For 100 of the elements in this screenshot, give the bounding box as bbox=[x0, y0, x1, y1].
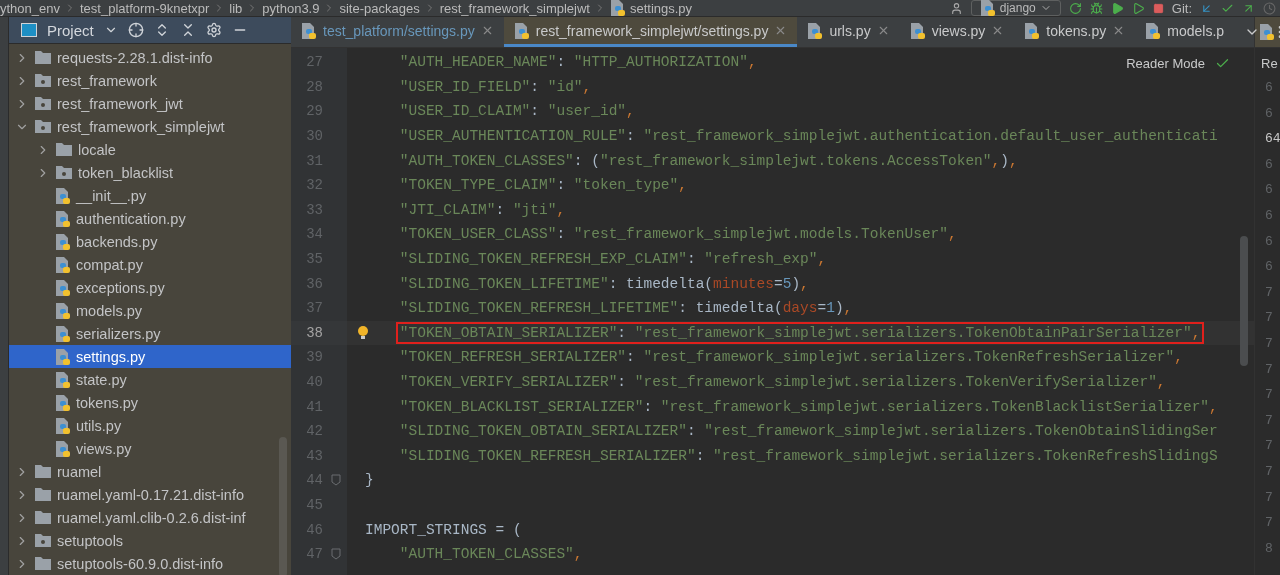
code-line: "AUTH_HEADER_NAME": "HTTP_AUTHORIZATION", bbox=[398, 54, 757, 71]
breadcrumb-item[interactable]: rest_framework_simplejwt bbox=[439, 0, 590, 16]
tree-item[interactable]: ruamel.yaml.clib-0.2.6.dist-inf bbox=[9, 506, 291, 529]
line-number: 6 bbox=[1264, 104, 1274, 123]
python-file-icon bbox=[609, 0, 626, 17]
user-icon[interactable] bbox=[949, 1, 963, 15]
folder-icon bbox=[34, 487, 52, 502]
breadcrumb-item[interactable]: ython_env bbox=[0, 0, 60, 16]
folder-icon bbox=[55, 142, 73, 157]
fold-marker-icon[interactable] bbox=[331, 548, 341, 561]
breadcrumb-item[interactable]: python3.9 bbox=[262, 0, 320, 16]
tree-item[interactable]: rest_framework_simplejwt bbox=[9, 115, 291, 138]
tree-item[interactable]: __init__.py bbox=[9, 184, 291, 207]
tree-item[interactable]: serializers.py bbox=[9, 322, 291, 345]
package-folder-icon bbox=[34, 119, 52, 134]
breadcrumb-item[interactable]: test_platform-9knetxpr bbox=[80, 0, 210, 16]
rerun-icon[interactable] bbox=[1068, 1, 1082, 15]
breadcrumb-item[interactable]: lib bbox=[229, 0, 243, 16]
code-line: "USER_AUTHENTICATION_RULE": "rest_framework_simplejwt.authentication.default_user_authenticati bbox=[398, 128, 1218, 145]
reader-mode-link[interactable]: Reader Mode bbox=[1126, 56, 1205, 71]
code-line: "TOKEN_BLACKLIST_SERIALIZER": "rest_framework_simplejwt.serializers.TokenBlacklistSerializer", bbox=[398, 398, 1218, 415]
code-line: "TOKEN_USER_CLASS": "rest_framework_simplejwt.models.TokenUser", bbox=[398, 226, 957, 243]
code-line: "SLIDING_TOKEN_REFRESH_EXP_CLAIM": "refresh_exp", bbox=[398, 251, 827, 268]
panel-title[interactable]: Project bbox=[47, 21, 94, 39]
line-number: 7 bbox=[1264, 514, 1274, 533]
tree-item[interactable]: setuptools-60.9.0.dist-info bbox=[9, 552, 291, 575]
line-number: 64 bbox=[1264, 130, 1280, 149]
code-line: } bbox=[364, 472, 374, 489]
tree-item[interactable]: locale bbox=[9, 138, 291, 161]
tree-item[interactable]: state.py bbox=[9, 368, 291, 391]
tree-item[interactable]: requests-2.28.1.dist-info bbox=[9, 46, 291, 69]
code-line: "SLIDING_TOKEN_LIFETIME": timedelta(minutes=5), bbox=[398, 275, 809, 292]
line-number: 6 bbox=[1264, 79, 1274, 97]
python-file-icon bbox=[807, 21, 824, 40]
folder-icon bbox=[34, 510, 52, 525]
tree-item[interactable]: authentication.py bbox=[9, 207, 291, 230]
code-line: "TOKEN_TYPE_CLAIM": "token_type", bbox=[398, 177, 687, 194]
code-line: "TOKEN_REFRESH_SERIALIZER": "rest_framework_simplejwt.serializers.TokenRefreshSerializer", bbox=[398, 349, 1183, 366]
debug-icon[interactable] bbox=[1089, 1, 1103, 15]
tree-item[interactable]: views.py bbox=[9, 437, 291, 460]
python-file-icon bbox=[301, 21, 317, 40]
line-number: 6 bbox=[1264, 206, 1274, 225]
tree-item[interactable]: setuptools bbox=[9, 529, 291, 552]
line-number: 6 bbox=[1264, 155, 1274, 174]
tree-item[interactable]: backends.py bbox=[9, 230, 291, 253]
line-number: 7 bbox=[1264, 360, 1274, 379]
python-file-icon bbox=[55, 393, 71, 412]
line-number: 7 bbox=[1264, 283, 1274, 302]
code-line: "AUTH_TOKEN_CLASSES": ("rest_framework_simplejwt.tokens.AccessToken",), bbox=[398, 152, 1018, 169]
tree-item[interactable]: models.py bbox=[9, 299, 291, 322]
line-number: 7 bbox=[1264, 437, 1274, 456]
python-file-icon bbox=[1024, 21, 1041, 40]
line-number: 7 bbox=[1264, 462, 1274, 481]
python-file-icon bbox=[55, 186, 71, 205]
code-line: "TOKEN_VERIFY_SERIALIZER": "rest_framework_simplejwt.serializers.TokenVerifySerializer", bbox=[398, 374, 1166, 390]
locate-icon[interactable] bbox=[127, 22, 144, 38]
tree-item[interactable]: compat.py bbox=[9, 253, 291, 276]
tree-item[interactable]: tokens.py bbox=[9, 391, 291, 414]
line-number: 7 bbox=[1264, 309, 1274, 328]
python-file-icon bbox=[55, 232, 71, 251]
python-file-icon bbox=[55, 370, 71, 389]
tree-item[interactable]: exceptions.py bbox=[9, 276, 291, 299]
folder-icon bbox=[34, 556, 52, 571]
tree-item[interactable]: settings.py bbox=[9, 345, 291, 368]
breadcrumb-item[interactable]: settings.py bbox=[629, 0, 693, 16]
python-file-icon bbox=[55, 209, 71, 228]
stop-icon[interactable] bbox=[1152, 2, 1164, 14]
code-line: "USER_ID_CLAIM": "user_id", bbox=[398, 103, 635, 120]
reader-mode-link[interactable]: Re bbox=[1255, 48, 1280, 75]
line-number: 8 bbox=[1264, 539, 1274, 558]
python-file-icon bbox=[55, 301, 71, 320]
history-icon[interactable] bbox=[1263, 1, 1276, 15]
window-icon bbox=[21, 23, 37, 37]
package-folder-icon bbox=[34, 96, 52, 111]
lightbulb-icon[interactable] bbox=[357, 324, 369, 341]
breadcrumb-item[interactable]: site-packages bbox=[339, 0, 420, 16]
tree-item[interactable]: utils.py bbox=[9, 414, 291, 437]
code-line: "SLIDING_TOKEN_REFRESH_SERIALIZER": "rest_framework_simplejwt.serializers.TokenRefreshSlidingS bbox=[398, 447, 1218, 464]
tree-item[interactable]: rest_framework_jwt bbox=[9, 92, 291, 115]
tree-item[interactable]: token_blacklist bbox=[9, 161, 291, 184]
line-number: 7 bbox=[1264, 411, 1274, 430]
editor-tab[interactable]: rest_framework_simplejwt/settings.py bbox=[503, 17, 798, 47]
python-file-icon bbox=[909, 21, 926, 40]
line-number: 38 bbox=[305, 324, 323, 341]
code-line: "USER_ID_FIELD": "id", bbox=[398, 78, 592, 95]
editor-tab[interactable] bbox=[1255, 17, 1280, 48]
line-number: 6 bbox=[1264, 181, 1274, 200]
python-file-icon bbox=[55, 324, 71, 343]
fold-marker-icon[interactable] bbox=[331, 474, 341, 487]
git-label: Git: bbox=[1171, 0, 1192, 16]
tree-item[interactable]: rest_framework bbox=[9, 69, 291, 92]
code-line: "SLIDING_TOKEN_REFRESH_LIFETIME": timedelta(days=1), bbox=[398, 300, 853, 317]
python-file-icon bbox=[55, 416, 71, 435]
scrollbar-thumb[interactable] bbox=[1240, 236, 1248, 366]
settings-icon[interactable] bbox=[205, 22, 222, 38]
run-config-dropdown[interactable]: django bbox=[970, 0, 1061, 16]
package-folder-icon bbox=[34, 73, 52, 88]
tree-item[interactable]: ruamel bbox=[9, 460, 291, 483]
python-file-icon bbox=[55, 439, 71, 458]
tree-item[interactable]: ruamel.yaml-0.17.21.dist-info bbox=[9, 483, 291, 506]
